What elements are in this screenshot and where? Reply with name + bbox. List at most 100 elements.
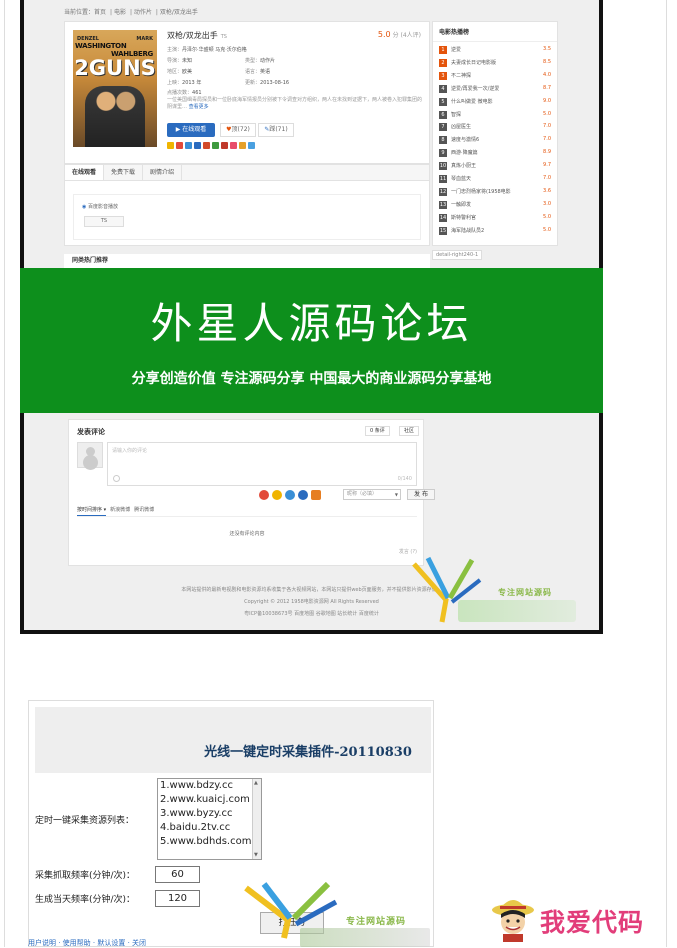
- sort-sina[interactable]: 新浪微博: [110, 506, 130, 516]
- comment-panel: 发表评论 0 条评 社区 请输入你的评论 0/140 昵称（必填） 发 布 按时…: [68, 419, 435, 566]
- down-label: 踩(71): [269, 126, 288, 133]
- qzone-icon[interactable]: [285, 490, 295, 500]
- rank-number: 9: [439, 149, 447, 158]
- movie-poster[interactable]: DENZEL MARK WASHINGTON WAHLBERG 2GUNS: [73, 30, 157, 147]
- info-value[interactable]: 动作片: [260, 58, 275, 64]
- tab-online[interactable]: 在线观看: [65, 165, 105, 180]
- list-item[interactable]: 5.www.bdhds.com: [160, 836, 251, 847]
- thumbs-down-button[interactable]: ✎踩(71): [258, 123, 294, 137]
- rank-title[interactable]: 凶屋医生: [451, 123, 471, 130]
- rank-title[interactable]: 逆爱/再爱我一次/逆爱: [451, 85, 499, 92]
- rank-score: 5.0: [543, 110, 551, 117]
- list-item[interactable]: 3.www.byzy.cc: [160, 808, 233, 819]
- rank-item[interactable]: 15 海军陆战队员2 5.0: [439, 226, 551, 236]
- share-netease-icon[interactable]: [221, 142, 228, 149]
- send-button[interactable]: 发 布: [407, 489, 435, 500]
- comment-footer-link[interactable]: 发言 (?): [399, 548, 417, 555]
- rank-title[interactable]: 一门忠烈杨家将(1958电影: [451, 188, 511, 195]
- emoji-icon[interactable]: [113, 475, 120, 482]
- rank-item[interactable]: 10 真炼小厨王 9.7: [439, 161, 551, 171]
- rank-score: 3.6: [543, 187, 551, 194]
- list-item[interactable]: 1.www.bdzy.cc: [160, 780, 233, 791]
- comment-input[interactable]: 请输入你的评论 0/140: [107, 442, 417, 486]
- rank-item[interactable]: 2 夫妻成长日记电影版 8.5: [439, 58, 551, 68]
- rank-score: 8.5: [543, 58, 551, 65]
- comment-share-icons: [259, 490, 321, 500]
- plugin-title: 光线一键定时采集插件-20110830: [35, 741, 431, 760]
- rank-title[interactable]: 西游·降魔篇: [451, 149, 478, 156]
- weibo-icon[interactable]: [259, 490, 269, 500]
- gen-input[interactable]: 120: [155, 890, 200, 907]
- comment-count-button[interactable]: 0 条评: [365, 426, 390, 436]
- more-link[interactable]: 查看更多: [189, 104, 209, 110]
- score-unit: 分: [392, 32, 399, 39]
- player-ts-button[interactable]: TS: [84, 216, 124, 227]
- rank-item[interactable]: 12 一门忠烈杨家将(1958电影 3.6: [439, 187, 551, 197]
- watch-online-button[interactable]: ▶ 在线观看: [167, 123, 215, 137]
- site-screenshot: 当前位置：首页 | 电影 | 动作片 | 双枪/双龙出手 DENZEL MARK WA…: [20, 0, 603, 634]
- rank-item[interactable]: 13 一触即发 3.0: [439, 200, 551, 210]
- sort-by-time[interactable]: 按时间排序 ▾: [77, 506, 107, 516]
- rank-item[interactable]: 7 凶屋医生 7.0: [439, 122, 551, 132]
- share-renren-icon[interactable]: [194, 142, 201, 149]
- tqq-icon[interactable]: [311, 490, 321, 500]
- community-button[interactable]: 社区: [399, 426, 420, 436]
- page-edge-left: [4, 0, 5, 947]
- rank-item[interactable]: 14 斯特警利官 5.0: [439, 213, 551, 223]
- share-more-icon[interactable]: [248, 142, 255, 149]
- qq-icon[interactable]: [272, 490, 282, 500]
- rank-item[interactable]: 1 逆爱 3.5: [439, 45, 551, 55]
- freq-input[interactable]: 60: [155, 866, 200, 883]
- rank-number: 13: [439, 200, 447, 209]
- info-label: 更新：: [245, 80, 261, 86]
- page-edge-right: [666, 0, 667, 947]
- share-tqq-icon[interactable]: [185, 142, 192, 149]
- share-heart-icon[interactable]: [230, 142, 237, 149]
- breadcrumb-movie[interactable]: 电影: [114, 9, 126, 16]
- share-weibo-icon[interactable]: [176, 142, 183, 149]
- rank-title[interactable]: 智探: [451, 111, 461, 118]
- info-plays: 点播次数：461: [167, 89, 202, 96]
- rank-item[interactable]: 4 逆爱/再爱我一次/逆爱 8.7: [439, 84, 551, 94]
- share-qzone-icon[interactable]: [167, 142, 174, 149]
- rank-score: 5.0: [543, 226, 551, 233]
- info-label: 上映：: [167, 80, 183, 86]
- thumbs-up-button[interactable]: ♥顶(72): [220, 123, 256, 137]
- rank-title[interactable]: 琴血蓝天: [451, 175, 471, 182]
- rank-title[interactable]: 速度与激情6: [451, 136, 479, 143]
- share-douban-icon[interactable]: [212, 142, 219, 149]
- tab-plot[interactable]: 剧情介绍: [143, 165, 183, 180]
- listbox-scrollbar[interactable]: [252, 779, 261, 859]
- share-kaixin-icon[interactable]: [203, 142, 210, 149]
- resource-listbox[interactable]: 1.www.bdzy.cc 2.www.kuaicj.com 3.www.byz…: [157, 778, 262, 860]
- nickname-select[interactable]: 昵称（必填）: [343, 489, 401, 500]
- rank-title[interactable]: 海军陆战队员2: [451, 227, 484, 234]
- sort-tencent[interactable]: 腾讯微博: [134, 506, 154, 516]
- renren-icon[interactable]: [298, 490, 308, 500]
- breadcrumb-home[interactable]: 当前位置：首页: [64, 9, 106, 16]
- rank-item[interactable]: 11 琴血蓝天 7.0: [439, 174, 551, 184]
- breadcrumb-action[interactable]: 动作片: [134, 9, 152, 16]
- info-value[interactable]: 丹泽尔·华盛顿 马克·沃尔伯格: [182, 47, 247, 53]
- rank-item[interactable]: 3 不二神探 4.0: [439, 71, 551, 81]
- rank-title[interactable]: 不二神探: [451, 72, 471, 79]
- rank-title[interactable]: 真炼小厨王: [451, 162, 476, 169]
- info-release: 上映：2013 年: [167, 79, 201, 86]
- share-sohu-icon[interactable]: [239, 142, 246, 149]
- luffy-avatar-icon: [492, 900, 534, 942]
- rank-number: 14: [439, 213, 447, 222]
- rank-item[interactable]: 5 什么叫做爱 微电影 9.0: [439, 97, 551, 107]
- rank-title[interactable]: 斯特警利官: [451, 214, 476, 221]
- list-item[interactable]: 2.www.kuaicj.com: [160, 794, 250, 805]
- rank-title[interactable]: 逆爱: [451, 46, 461, 53]
- rank-item[interactable]: 8 速度与激情6 7.0: [439, 135, 551, 145]
- list-item[interactable]: 4.baidu.2tv.cc: [160, 822, 230, 833]
- tab-download[interactable]: 免费下载: [104, 165, 144, 180]
- rank-title[interactable]: 什么叫做爱 微电影: [451, 98, 493, 105]
- poster-title: 2GUNS: [74, 56, 156, 80]
- rank-title[interactable]: 夫妻成长日记电影版: [451, 59, 496, 66]
- rank-title[interactable]: 一触即发: [451, 201, 471, 208]
- rank-item[interactable]: 6 智探 5.0: [439, 110, 551, 120]
- movie-score: 5.0 分 (4人评): [378, 30, 421, 39]
- rank-item[interactable]: 9 西游·降魔篇 8.9: [439, 148, 551, 158]
